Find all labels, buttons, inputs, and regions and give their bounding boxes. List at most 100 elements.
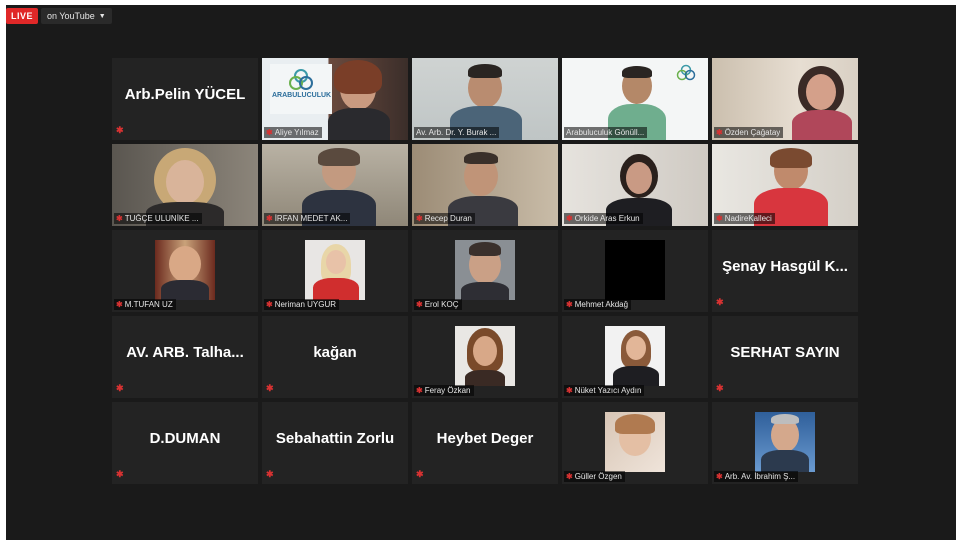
mic-muted-icon: ✱ — [116, 383, 124, 393]
participant-label: ✱ Erol KOÇ — [414, 299, 462, 310]
participant-label: ✱ Mehmet Akdağ — [564, 299, 632, 310]
participant-name: Güller Özgen — [574, 472, 622, 481]
participant-tile[interactable]: ✱ Erol KOÇ — [412, 230, 558, 312]
participant-tile[interactable]: SERHAT SAYIN ✱ — [712, 316, 858, 398]
profile-photo — [455, 326, 515, 386]
participant-name: TUĞÇE ULUNİKE ... — [124, 214, 199, 223]
participant-label: ✱ Güller Özgen — [564, 471, 625, 482]
participant-label: ✱ Recep Duran — [414, 213, 475, 224]
mic-muted-icon: ✱ — [716, 472, 723, 481]
mic-muted-icon: ✱ — [416, 386, 423, 395]
mic-muted-icon: ✱ — [716, 297, 724, 307]
participant-tile[interactable]: ✱ Özden Çağatay — [712, 58, 858, 140]
participant-name: Arabuluculuk Gönüll... — [566, 128, 645, 137]
participant-tile[interactable]: ✱ Feray Özkan — [412, 316, 558, 398]
mic-muted-icon: ✱ — [416, 469, 424, 479]
participant-tile[interactable]: Arb.Pelin YÜCEL ✱ — [112, 58, 258, 140]
participant-name: Nüket Yazıcı Aydın — [574, 386, 642, 395]
participant-name: NadireKalleci — [724, 214, 772, 223]
participant-name: Erol KOÇ — [424, 300, 459, 309]
profile-photo — [305, 240, 365, 300]
mic-muted-icon: ✱ — [116, 214, 123, 223]
mic-muted-icon: ✱ — [116, 125, 124, 135]
participant-name: Özden Çağatay — [724, 128, 781, 137]
mic-muted-icon: ✱ — [716, 383, 724, 393]
participant-tile[interactable]: Arabuluculuk Gönüll... — [562, 58, 708, 140]
participant-tile[interactable]: Şenay Hasgül K... ✱ — [712, 230, 858, 312]
live-badge: LIVE — [6, 8, 39, 24]
mic-muted-icon: ✱ — [416, 300, 423, 309]
participant-name: Mehmet Akdağ — [574, 300, 629, 309]
participant-tile[interactable]: ✱ İRFAN MEDET AK... — [262, 144, 408, 226]
participant-name: D.DUMAN — [149, 430, 221, 447]
profile-photo — [455, 240, 515, 300]
participant-label: ✱ TUĞÇE ULUNİKE ... — [114, 213, 202, 224]
participant-name: Sebahattin Zorlu — [275, 430, 395, 447]
chevron-down-icon: ▼ — [98, 12, 106, 20]
participant-tile[interactable]: Heybet Deger ✱ — [412, 402, 558, 484]
mic-muted-icon: ✱ — [266, 469, 274, 479]
participant-tile[interactable]: ARABULUCULUK ✱ Aliye Yılmaz — [262, 58, 408, 140]
participant-label: ✱ Feray Özkan — [414, 385, 474, 396]
mic-muted-icon: ✱ — [116, 300, 123, 309]
mic-muted-icon: ✱ — [266, 383, 274, 393]
participant-tile[interactable]: D.DUMAN ✱ — [112, 402, 258, 484]
participant-name: Recep Duran — [424, 214, 472, 223]
participant-name: Şenay Hasgül K... — [722, 258, 848, 275]
participant-label: Av. Arb. Dr. Y. Burak ... — [414, 127, 500, 138]
participant-tile[interactable]: ✱ Nüket Yazıcı Aydın — [562, 316, 708, 398]
profile-photo — [155, 240, 215, 300]
participant-name: Orkide Aras Erkun — [574, 214, 640, 223]
participant-tile[interactable]: ✱ NadireKalleci — [712, 144, 858, 226]
participant-tile[interactable]: ✱ Arb. Av. İbrahim Ş... — [712, 402, 858, 484]
participant-label: ✱ İRFAN MEDET AK... — [264, 213, 351, 224]
participant-name: Av. Arb. Dr. Y. Burak ... — [416, 128, 497, 137]
mic-muted-icon: ✱ — [116, 469, 124, 479]
participant-tile[interactable]: ✱ Güller Özgen — [562, 402, 708, 484]
participant-label: ✱ Arb. Av. İbrahim Ş... — [714, 471, 799, 482]
mic-muted-icon: ✱ — [416, 214, 423, 223]
mic-muted-icon: ✱ — [566, 300, 573, 309]
stream-status-bar: LIVE on YouTube ▼ — [6, 5, 112, 27]
mic-muted-icon: ✱ — [566, 386, 573, 395]
mic-muted-icon: ✱ — [266, 214, 273, 223]
youtube-stream-dropdown[interactable]: on YouTube ▼ — [41, 8, 112, 24]
participant-label: ✱ Neriman UYGUR — [264, 299, 340, 310]
participant-tile[interactable]: ✱ Recep Duran — [412, 144, 558, 226]
profile-photo — [605, 240, 665, 300]
participant-tile-active-speaker[interactable]: Av. Arb. Dr. Y. Burak ... — [412, 58, 558, 140]
mic-muted-icon: ✱ — [716, 128, 723, 137]
participant-label: ✱ Aliye Yılmaz — [264, 127, 322, 138]
youtube-stream-label: on YouTube — [47, 11, 95, 21]
mic-muted-icon: ✱ — [566, 214, 573, 223]
participant-tile[interactable]: ✱ M.TUFAN UZ — [112, 230, 258, 312]
participant-tile[interactable]: Sebahattin Zorlu ✱ — [262, 402, 408, 484]
participant-tile[interactable]: ✱ Orkide Aras Erkun — [562, 144, 708, 226]
participant-label: ✱ M.TUFAN UZ — [114, 299, 176, 310]
mic-muted-icon: ✱ — [566, 472, 573, 481]
participant-label: ✱ NadireKalleci — [714, 213, 775, 224]
profile-photo — [605, 326, 665, 386]
participant-name: İRFAN MEDET AK... — [274, 214, 348, 223]
participant-tile[interactable]: ✱ TUĞÇE ULUNİKE ... — [112, 144, 258, 226]
participant-tile[interactable]: ✱ Neriman UYGUR — [262, 230, 408, 312]
participant-label: ✱ Özden Çağatay — [714, 127, 784, 138]
participant-name: kağan — [313, 344, 357, 361]
participant-label: Arabuluculuk Gönüll... — [564, 127, 648, 138]
participant-name: SERHAT SAYIN — [730, 344, 840, 361]
participant-name: Neriman UYGUR — [274, 300, 337, 309]
logo-icon — [676, 64, 696, 81]
participant-name: Feray Özkan — [424, 386, 471, 395]
participant-name: Aliye Yılmaz — [274, 128, 319, 137]
profile-photo — [605, 412, 665, 472]
participant-tile[interactable]: AV. ARB. Talha... ✱ — [112, 316, 258, 398]
participant-name: AV. ARB. Talha... — [126, 344, 244, 361]
participant-tile[interactable]: ✱ Mehmet Akdağ — [562, 230, 708, 312]
participant-name: Heybet Deger — [436, 430, 534, 447]
mic-muted-icon: ✱ — [716, 214, 723, 223]
participant-name: Arb.Pelin YÜCEL — [124, 86, 246, 103]
participant-tile[interactable]: kağan ✱ — [262, 316, 408, 398]
participant-name: M.TUFAN UZ — [124, 300, 173, 309]
mic-muted-icon: ✱ — [266, 128, 273, 137]
logo-icon — [289, 69, 313, 90]
